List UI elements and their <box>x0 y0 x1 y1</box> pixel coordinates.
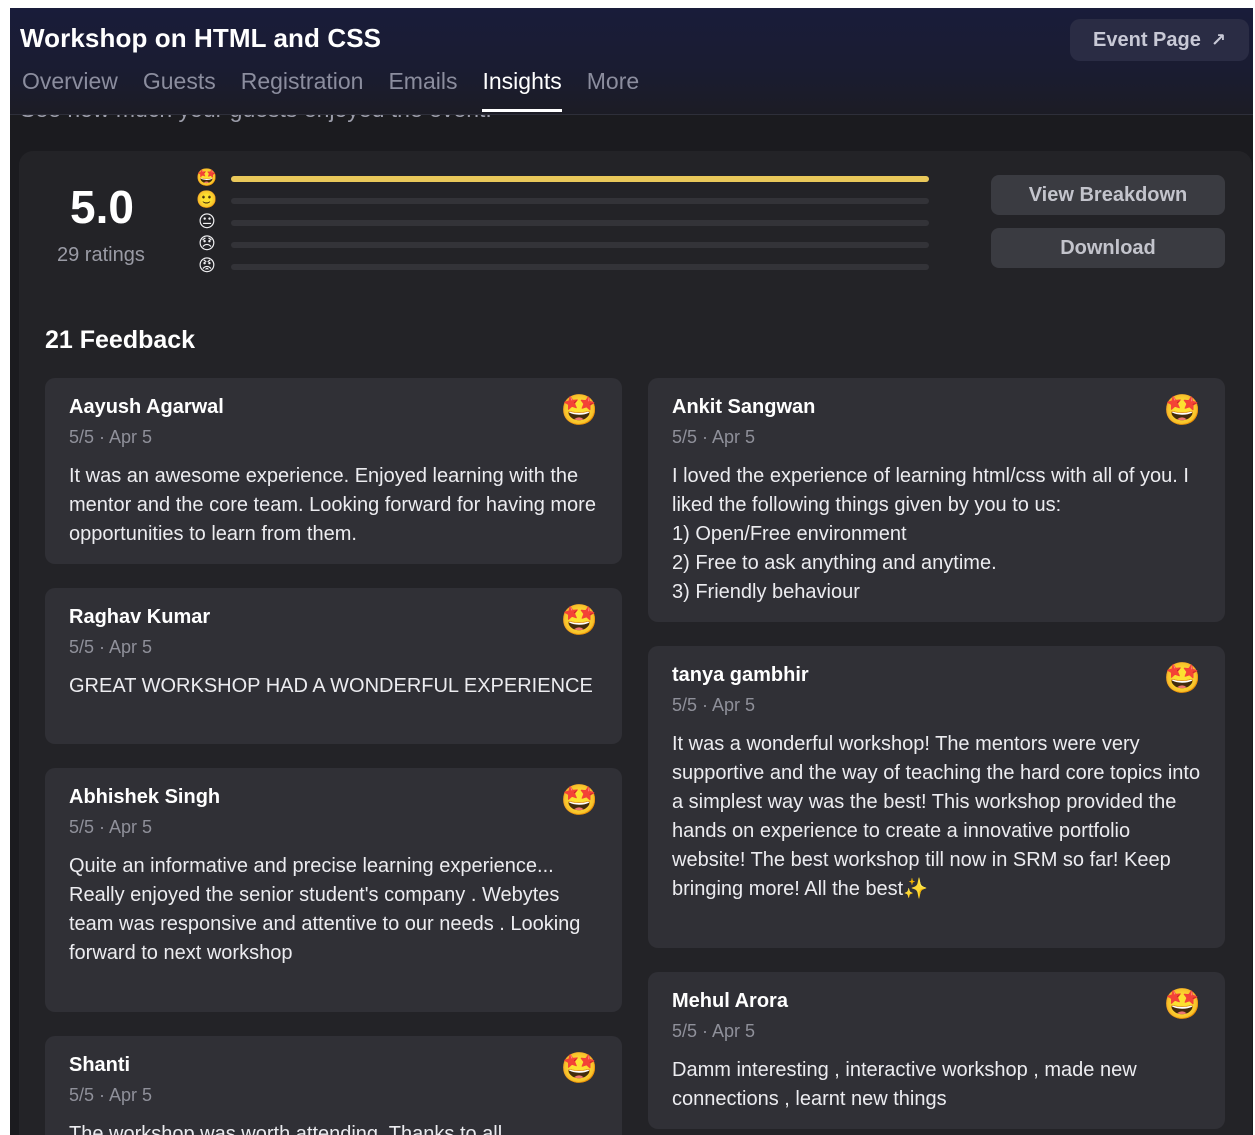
rating-row-4: 🙂 <box>196 190 931 210</box>
rating-meta: 5/5 · Apr 5 <box>69 1085 153 1105</box>
rating-meta: 5/5 · Apr 5 <box>69 427 153 447</box>
tab-emails[interactable]: Emails <box>388 68 457 112</box>
star-struck-emoji-icon: 🤩 <box>560 394 598 427</box>
sad-emoji-icon: 😞 <box>198 234 216 253</box>
view-breakdown-button[interactable]: View Breakdown <box>991 175 1225 215</box>
feedback-card: Aayush Agarwal 5/5 · Apr 5 It was an awe… <box>45 378 622 564</box>
event-header: Workshop on HTML and CSS Event Page ↗ Ov… <box>10 8 1253 115</box>
star-struck-emoji-icon: 🤩 <box>560 784 598 817</box>
tab-overview[interactable]: Overview <box>22 68 118 112</box>
average-score: 5.0 <box>70 181 134 233</box>
star-struck-emoji-icon: 🤩 <box>1163 988 1201 1021</box>
rating-row-5: 🤩 <box>196 168 931 188</box>
feedback-card: Abhishek Singh 5/5 · Apr 5 Quite an info… <box>45 768 622 1012</box>
reviewer-name: Shanti <box>69 1054 131 1076</box>
feedback-card: Ankit Sangwan 5/5 · Apr 5 I loved the ex… <box>648 378 1225 622</box>
rating-row-2: 😞 <box>196 234 931 254</box>
rating-row-1: 😡 <box>196 256 931 276</box>
feedback-text: The workshop was worth attending. Thanks… <box>69 1123 503 1135</box>
rating-meta: 5/5 · Apr 5 <box>69 637 153 657</box>
download-button[interactable]: Download <box>991 228 1225 268</box>
feedback-card: Shanti 5/5 · Apr 5 The workshop was wort… <box>45 1036 622 1135</box>
feedback-card: Mehul Arora 5/5 · Apr 5 Damm interesting… <box>648 972 1225 1129</box>
reviewer-name: Ankit Sangwan <box>672 396 816 418</box>
tab-bar: Overview Guests Registration Emails Insi… <box>22 68 664 112</box>
event-page-button[interactable]: Event Page ↗ <box>1070 19 1249 61</box>
star-struck-emoji-icon: 🤩 <box>1163 394 1201 427</box>
reviewer-name: Raghav Kumar <box>69 606 211 628</box>
tab-insights[interactable]: Insights <box>482 68 563 112</box>
event-page-label: Event Page <box>1093 28 1201 51</box>
star-struck-emoji-icon: 🤩 <box>196 168 218 187</box>
feedback-text: It was a wonderful workshop! The mentors… <box>672 733 1201 900</box>
feedback-card: Raghav Kumar 5/5 · Apr 5 GREAT WORKSHOP … <box>45 588 622 744</box>
star-struck-emoji-icon: 🤩 <box>560 604 598 637</box>
star-struck-emoji-icon: 🤩 <box>1163 662 1201 695</box>
feedback-count-title: 21 Feedback <box>45 326 196 354</box>
rating-meta: 5/5 · Apr 5 <box>672 695 756 715</box>
rating-meta: 5/5 · Apr 5 <box>672 1021 756 1041</box>
tab-guests[interactable]: Guests <box>143 68 216 112</box>
feedback-text: Quite an informative and precise learnin… <box>69 855 581 964</box>
ratings-count: 29 ratings <box>57 244 145 266</box>
reviewer-name: Abhishek Singh <box>69 786 221 808</box>
app-window: See how much your guests enjoyed the eve… <box>10 8 1253 1135</box>
feedback-text: I loved the experience of learning html/… <box>672 465 1189 603</box>
feedback-text: It was an awesome experience. Enjoyed le… <box>69 465 596 545</box>
star-struck-emoji-icon: 🤩 <box>560 1052 598 1085</box>
external-arrow-icon: ↗ <box>1210 29 1226 50</box>
rating-row-3: 😐 <box>196 212 931 232</box>
feedback-card: tanya gambhir 5/5 · Apr 5 It was a wonde… <box>648 646 1225 948</box>
feedback-text: Damm interesting , interactive workshop … <box>672 1059 1137 1110</box>
reviewer-name: Aayush Agarwal <box>69 396 224 418</box>
tab-more[interactable]: More <box>587 68 639 112</box>
angry-emoji-icon: 😡 <box>198 256 216 275</box>
tab-registration[interactable]: Registration <box>241 68 364 112</box>
smile-emoji-icon: 🙂 <box>196 190 218 209</box>
neutral-emoji-icon: 😐 <box>198 212 216 231</box>
page-title: Workshop on HTML and CSS <box>20 23 382 53</box>
rating-bar-fill <box>231 176 929 182</box>
reviewer-name: tanya gambhir <box>672 664 809 686</box>
rating-meta: 5/5 · Apr 5 <box>69 817 153 837</box>
rating-meta: 5/5 · Apr 5 <box>672 427 756 447</box>
reviewer-name: Mehul Arora <box>672 990 788 1012</box>
feedback-text: GREAT WORKSHOP HAD A WONDERFUL EXPERIENC… <box>69 675 593 697</box>
